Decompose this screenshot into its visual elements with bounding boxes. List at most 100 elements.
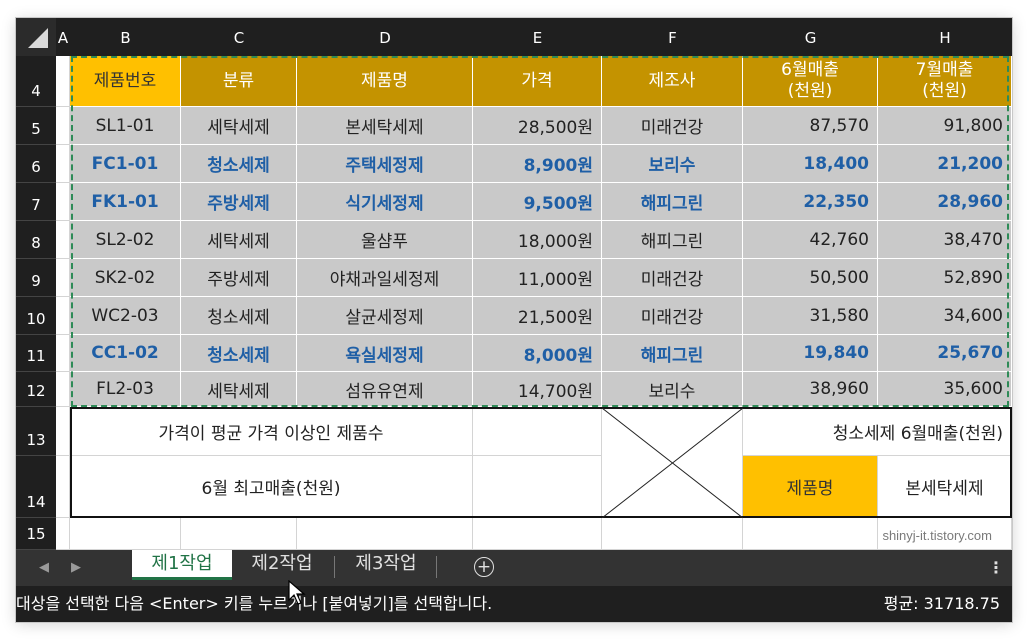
select-all-button[interactable] (16, 18, 56, 56)
empty-cell[interactable] (602, 518, 743, 550)
row-header-8[interactable]: 8 (16, 221, 56, 259)
row-header-12[interactable]: 12 (16, 372, 56, 407)
table-cell-id[interactable]: SL2-02 (70, 221, 181, 259)
empty-cell[interactable] (473, 518, 602, 550)
table-cell-jun[interactable]: 38,960 (743, 372, 878, 407)
status-average[interactable]: 평균: 31718.75 (884, 586, 1000, 622)
table-cell-jul[interactable]: 28,960 (878, 183, 1012, 221)
cell-a[interactable] (56, 107, 70, 145)
table-cell-maker[interactable]: 보리수 (602, 145, 743, 183)
row-header-9[interactable]: 9 (16, 259, 56, 297)
table-cell-id[interactable]: SL1-01 (70, 107, 181, 145)
table-cell-id[interactable]: SK2-02 (70, 259, 181, 297)
column-header-b[interactable]: B (70, 18, 182, 56)
summary-product-name-value[interactable]: 본세탁세제 (878, 456, 1012, 518)
table-cell-price[interactable]: 21,500원 (473, 297, 602, 335)
table-cell-name[interactable]: 섬유유연제 (297, 372, 473, 407)
column-header-a[interactable]: A (56, 18, 71, 56)
tab-sheet1[interactable]: 제1작업 (132, 550, 232, 580)
table-cell-maker[interactable]: 미래건강 (602, 107, 743, 145)
scroll-right-icon[interactable]: ▶ (62, 550, 90, 586)
cell-a[interactable] (56, 372, 70, 407)
cell-a[interactable] (56, 259, 70, 297)
table-cell-jun[interactable]: 42,760 (743, 221, 878, 259)
cell-a[interactable] (56, 297, 70, 335)
table-cell-id[interactable]: WC2-03 (70, 297, 181, 335)
summary-max-june-value[interactable] (473, 456, 602, 518)
header-cell[interactable]: 제조사 (602, 56, 743, 107)
table-cell-maker[interactable]: 해피그린 (602, 221, 743, 259)
scroll-left-icon[interactable]: ◀ (30, 550, 58, 586)
row-header-13[interactable]: 13 (16, 407, 56, 456)
header-cell[interactable]: 분류 (181, 56, 297, 107)
row-header-4[interactable]: 4 (16, 56, 56, 107)
empty-cell[interactable] (297, 518, 473, 550)
summary-cleaning-june-label[interactable]: 청소세제 6월매출(천원) (743, 407, 1012, 456)
header-cell-july-sales[interactable]: 7월매출 (천원) (878, 56, 1012, 107)
table-cell-jul[interactable]: 35,600 (878, 372, 1012, 407)
table-cell-id[interactable]: FC1-01 (70, 145, 181, 183)
table-cell-cat[interactable]: 주방세제 (181, 259, 297, 297)
cell-a4[interactable] (56, 56, 70, 107)
table-cell-jun[interactable]: 22,350 (743, 183, 878, 221)
empty-cell[interactable] (70, 518, 181, 550)
row-header-10[interactable]: 10 (16, 297, 56, 335)
table-cell-name[interactable]: 살균세정제 (297, 297, 473, 335)
header-cell[interactable]: 제품명 (297, 56, 473, 107)
cell-a[interactable] (56, 221, 70, 259)
table-cell-name[interactable]: 울샴푸 (297, 221, 473, 259)
table-cell-cat[interactable]: 세탁세제 (181, 107, 297, 145)
table-cell-price[interactable]: 9,500원 (473, 183, 602, 221)
table-cell-jun[interactable]: 87,570 (743, 107, 878, 145)
table-cell-name[interactable]: 주택세정제 (297, 145, 473, 183)
table-cell-price[interactable]: 18,000원 (473, 221, 602, 259)
header-cell[interactable]: 제품번호 (70, 56, 181, 107)
table-cell-cat[interactable]: 청소세제 (181, 145, 297, 183)
table-cell-jul[interactable]: 34,600 (878, 297, 1012, 335)
row-header-11[interactable]: 11 (16, 335, 56, 372)
table-cell-price[interactable]: 28,500원 (473, 107, 602, 145)
table-cell-id[interactable]: FK1-01 (70, 183, 181, 221)
cell-a[interactable] (56, 335, 70, 372)
table-cell-jul[interactable]: 25,670 (878, 335, 1012, 372)
table-cell-jun[interactable]: 50,500 (743, 259, 878, 297)
table-cell-maker[interactable]: 보리수 (602, 372, 743, 407)
summary-avg-count-value[interactable] (473, 407, 602, 456)
more-options-icon[interactable]: ⋮ (988, 550, 1004, 586)
cell-a13[interactable] (56, 407, 70, 456)
cell-a14[interactable] (56, 456, 70, 518)
table-cell-name[interactable]: 식기세정제 (297, 183, 473, 221)
empty-cell[interactable] (56, 518, 70, 550)
table-cell-cat[interactable]: 청소세제 (181, 335, 297, 372)
table-cell-cat[interactable]: 청소세제 (181, 297, 297, 335)
summary-avg-count-label[interactable]: 가격이 평균 가격 이상인 제품수 (70, 407, 473, 456)
table-cell-name[interactable]: 본세탁세제 (297, 107, 473, 145)
cell-a[interactable] (56, 145, 70, 183)
table-cell-cat[interactable]: 주방세제 (181, 183, 297, 221)
row-header-15[interactable]: 15 (16, 518, 56, 550)
table-cell-name[interactable]: 욕실세정제 (297, 335, 473, 372)
column-header-g[interactable]: G (743, 18, 879, 56)
row-header-6[interactable]: 6 (16, 145, 56, 183)
cell-a[interactable] (56, 183, 70, 221)
table-cell-jun[interactable]: 31,580 (743, 297, 878, 335)
row-header-14[interactable]: 14 (16, 456, 56, 518)
table-cell-maker[interactable]: 해피그린 (602, 183, 743, 221)
table-cell-jul[interactable]: 38,470 (878, 221, 1012, 259)
table-cell-cat[interactable]: 세탁세제 (181, 372, 297, 407)
empty-cell[interactable] (743, 518, 878, 550)
tab-sheet2[interactable]: 제2작업 (234, 550, 330, 580)
table-cell-price[interactable]: 8,900원 (473, 145, 602, 183)
table-cell-maker[interactable]: 해피그린 (602, 335, 743, 372)
table-cell-cat[interactable]: 세탁세제 (181, 221, 297, 259)
table-cell-jun[interactable]: 18,400 (743, 145, 878, 183)
table-cell-price[interactable]: 11,000원 (473, 259, 602, 297)
column-header-e[interactable]: E (473, 18, 603, 56)
summary-max-june-label[interactable]: 6월 최고매출(천원) (70, 456, 473, 518)
header-cell-june-sales[interactable]: 6월매출 (천원) (743, 56, 878, 107)
table-cell-price[interactable]: 8,000원 (473, 335, 602, 372)
column-header-c[interactable]: C (181, 18, 298, 56)
table-cell-id[interactable]: CC1-02 (70, 335, 181, 372)
summary-product-name-label[interactable]: 제품명 (743, 456, 878, 518)
table-cell-price[interactable]: 14,700원 (473, 372, 602, 407)
